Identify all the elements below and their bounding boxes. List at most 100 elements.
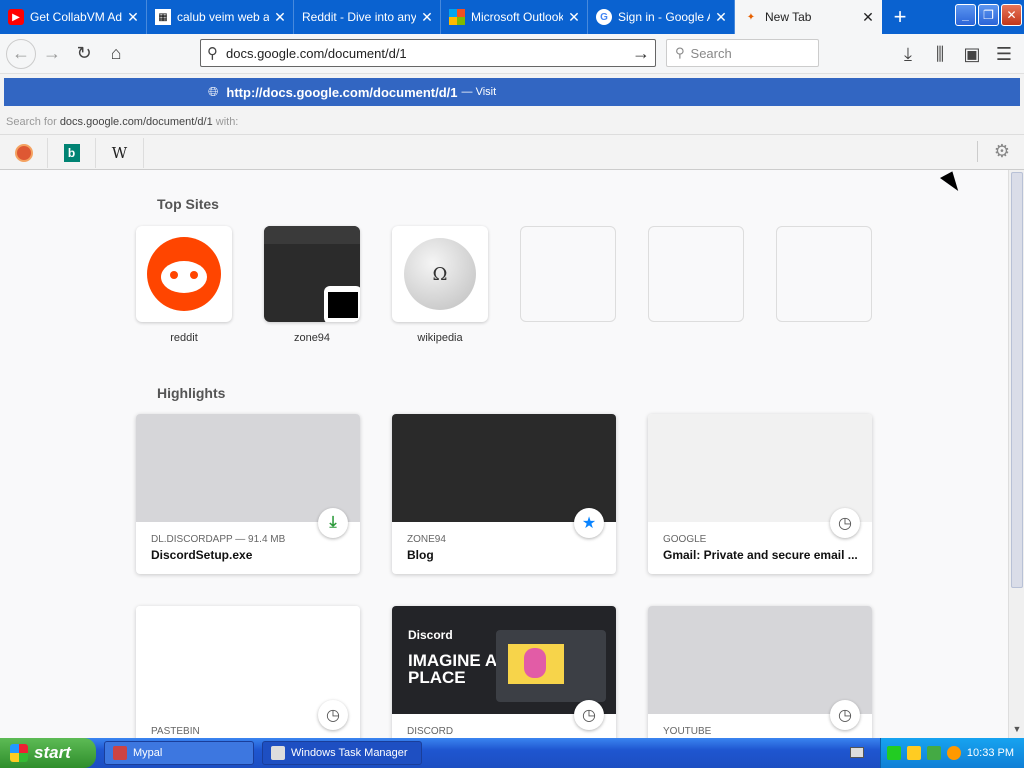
url-bar[interactable]: ⚲ docs.google.com/document/d/1 →	[200, 39, 656, 67]
restore-button[interactable]: ❐	[978, 4, 999, 26]
new-tab-content: Top Sites reddit zone94 Ω wikipedia High…	[0, 170, 1008, 738]
close-icon[interactable]: ✕	[567, 9, 581, 26]
close-icon[interactable]: ✕	[714, 9, 728, 26]
visit-suggestion[interactable]: 🌐︎ http://docs.google.com/document/d/1 —…	[4, 78, 1020, 106]
library-icon[interactable]: ⫼	[924, 38, 956, 70]
site-label: reddit	[170, 332, 198, 344]
top-site-reddit[interactable]: reddit	[136, 226, 232, 344]
top-site-wikipedia[interactable]: Ω wikipedia	[392, 226, 488, 344]
tab-0[interactable]: ▶ Get CollabVM Adm ✕	[0, 0, 147, 34]
downloads-icon[interactable]: ⤓	[892, 38, 924, 70]
sidebar-icon[interactable]: ▣	[956, 38, 988, 70]
highlight-card[interactable]: ★ ZONE94 Blog	[392, 414, 616, 574]
wikipedia-engine-button[interactable]: W	[96, 137, 144, 168]
taskbar-item-label: Mypal	[133, 747, 163, 759]
highlight-card[interactable]: ⤓ DL.DISCORDAPP — 91.4 MB DiscordSetup.e…	[136, 414, 360, 574]
network-icon[interactable]	[886, 746, 901, 760]
highlight-card[interactable]: ◷ GOOGLE Gmail: Private and secure email…	[648, 414, 872, 574]
bing-icon: b	[63, 143, 80, 162]
card-thumbnail	[136, 414, 360, 522]
tab-title: Get CollabVM Adm	[30, 10, 122, 24]
site-tile[interactable]	[264, 226, 360, 322]
top-site-empty[interactable]	[776, 226, 872, 322]
top-sites-heading: Top Sites	[157, 196, 219, 212]
tab-title: Reddit - Dive into anyth	[302, 10, 416, 24]
card-title: DiscordSetup.exe	[151, 548, 253, 562]
suggestion-url: http://docs.google.com/document/d/1	[226, 84, 458, 100]
tab-title: New Tab	[765, 10, 812, 24]
search-icon[interactable]	[946, 746, 961, 760]
wikipedia-icon: W	[111, 143, 128, 162]
taskbar-item-task-manager[interactable]: Windows Task Manager	[262, 741, 422, 765]
back-button[interactable]: ←	[6, 38, 36, 69]
top-site-zone94[interactable]: zone94	[264, 226, 360, 344]
wikipedia-globe-icon: Ω	[404, 238, 476, 310]
top-site-empty[interactable]	[648, 226, 744, 322]
bookmark-star-icon: ★	[574, 508, 604, 538]
tab-title: calub veim web ap	[177, 10, 269, 24]
tab-4[interactable]: G Sign in - Google Ac ✕	[588, 0, 735, 34]
close-window-button[interactable]: ✕	[1001, 4, 1022, 26]
duckduckgo-engine-button[interactable]	[0, 137, 48, 168]
history-clock-icon: ◷	[830, 508, 860, 538]
menu-icon[interactable]: ☰	[988, 38, 1020, 70]
card-source: YOUTUBE	[663, 726, 712, 737]
home-button[interactable]: ⌂	[100, 38, 132, 70]
card-source: ZONE94	[407, 534, 446, 545]
close-icon[interactable]: ✕	[273, 9, 287, 26]
close-icon[interactable]: ✕	[126, 9, 140, 26]
history-clock-icon: ◷	[830, 700, 860, 730]
site-tile[interactable]: Ω	[392, 226, 488, 322]
clock: 10:33 PM	[966, 747, 1014, 759]
suggestion-action: — Visit	[461, 86, 497, 98]
google-icon: G	[596, 9, 612, 25]
vertical-scrollbar[interactable]: ▼	[1008, 170, 1024, 738]
bing-engine-button[interactable]: b	[48, 137, 96, 168]
windows-flag-icon	[10, 744, 28, 762]
page-icon: ▦	[155, 9, 171, 25]
url-suggestion-popup: 🌐︎ http://docs.google.com/document/d/1 —…	[0, 74, 1024, 170]
new-tab-button[interactable]: +	[882, 0, 918, 34]
update-icon[interactable]	[926, 746, 941, 760]
keyboard-icon[interactable]	[850, 747, 864, 758]
reload-button[interactable]: ↻	[68, 38, 100, 70]
highlights-heading: Highlights	[157, 385, 226, 401]
card-source: DISCORD	[407, 726, 454, 737]
mypal-icon	[113, 746, 127, 760]
tab-5[interactable]: ✦ New Tab ✕	[735, 0, 882, 34]
start-button[interactable]: start	[0, 738, 96, 768]
scroll-down-arrow-icon[interactable]: ▼	[1011, 724, 1023, 736]
go-arrow-icon[interactable]: →	[627, 43, 655, 64]
highlight-card[interactable]: ◷ YOUTUBE	[648, 606, 872, 738]
search-for-prefix: Search for	[6, 116, 57, 128]
tab-2[interactable]: Reddit - Dive into anyth ✕	[294, 0, 441, 34]
navigation-bar: ← → ↻ ⌂ ⚲ docs.google.com/document/d/1 →…	[0, 34, 1024, 74]
site-tile[interactable]	[136, 226, 232, 322]
highlight-card[interactable]: Discord IMAGINE A PLACE ◷ DISCORD	[392, 606, 616, 738]
shield-icon[interactable]	[906, 746, 921, 760]
card-thumbnail	[392, 414, 616, 522]
close-icon[interactable]: ✕	[861, 9, 875, 26]
top-site-empty[interactable]	[520, 226, 616, 322]
taskbar: start Mypal Windows Task Manager 10:33 P…	[0, 738, 1024, 768]
reddit-icon	[147, 237, 221, 311]
tab-title: Microsoft Outlook	[471, 10, 563, 24]
search-box[interactable]: ⚲ Search	[666, 39, 819, 67]
scrollbar-thumb[interactable]	[1011, 172, 1023, 588]
minimize-button[interactable]: _	[955, 4, 976, 26]
microsoft-icon	[449, 9, 465, 25]
site-label: zone94	[293, 332, 331, 344]
card-title: Gmail: Private and secure email ...	[663, 548, 858, 562]
close-icon[interactable]: ✕	[420, 9, 434, 26]
url-input[interactable]: docs.google.com/document/d/1	[226, 46, 627, 61]
forward-button[interactable]: →	[36, 38, 68, 70]
taskbar-item-mypal[interactable]: Mypal	[104, 741, 254, 765]
tab-1[interactable]: ▦ calub veim web ap ✕	[147, 0, 294, 34]
card-source: DL.DISCORDAPP — 91.4 MB	[151, 534, 286, 545]
search-placeholder: Search	[690, 45, 732, 61]
gear-icon[interactable]: ⚙	[976, 141, 1010, 162]
highlight-card[interactable]: ◷ PASTEBIN	[136, 606, 360, 738]
tab-3[interactable]: Microsoft Outlook ✕	[441, 0, 588, 34]
globe-icon: 🌐︎	[208, 84, 219, 99]
tab-title: Sign in - Google Ac	[618, 10, 710, 24]
